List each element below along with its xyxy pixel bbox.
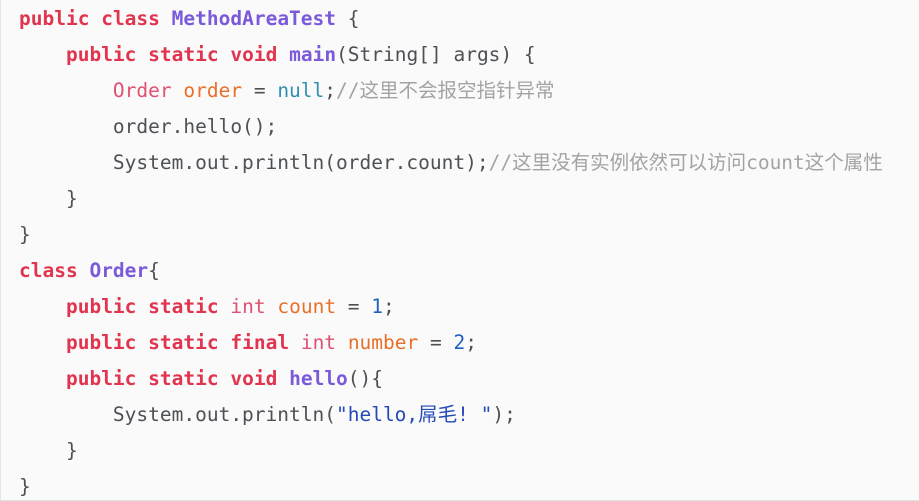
code-line: public static void main(String[] args) { xyxy=(19,37,919,73)
token-plain: { xyxy=(336,7,360,30)
code-lines-container: public class MethodAreaTest { public sta… xyxy=(19,1,919,500)
token-plain: } xyxy=(19,475,31,498)
token-plain: ; xyxy=(324,79,337,102)
token-keyword: static xyxy=(148,367,219,390)
token-declaration-name: hello xyxy=(289,367,348,390)
token-variable: order xyxy=(183,79,243,102)
token-null-literal: null xyxy=(277,79,325,102)
token-comment: //这里没有实例依然可以访问count这个属性 xyxy=(488,151,883,174)
token-variable: count xyxy=(277,295,337,318)
token-declaration-name: Order xyxy=(89,259,149,282)
token-plain: = xyxy=(336,295,372,318)
token-type: int xyxy=(230,295,266,318)
token-number-literal: 1 xyxy=(371,295,384,318)
code-block[interactable]: public class MethodAreaTest { public sta… xyxy=(0,0,919,501)
token-comment: //这里不会报空指针异常 xyxy=(336,79,555,102)
token-keyword: static xyxy=(148,43,219,66)
code-line: } xyxy=(19,217,919,253)
token-plain: (){ xyxy=(347,367,384,390)
token-plain: System.out.println(order.count); xyxy=(112,151,489,174)
token-plain: ; xyxy=(383,295,395,318)
token-keyword: static xyxy=(148,295,219,318)
token-keyword: static xyxy=(148,331,219,354)
token-keyword: class xyxy=(19,259,78,282)
code-line: public static int count = 1; xyxy=(19,289,919,325)
token-declaration-name: MethodAreaTest xyxy=(171,7,337,30)
code-line: } xyxy=(19,433,919,469)
token-plain: } xyxy=(65,439,78,462)
token-declaration-name: main xyxy=(289,43,337,66)
token-plain: } xyxy=(19,223,31,246)
token-plain: ); xyxy=(492,403,516,426)
code-line: public class MethodAreaTest { xyxy=(19,1,919,37)
code-line: order.hello(); xyxy=(19,109,919,145)
token-keyword: public xyxy=(65,331,137,354)
token-plain: order.hello(); xyxy=(112,115,278,138)
token-keyword: public xyxy=(65,367,137,390)
token-keyword: void xyxy=(230,43,278,66)
code-line: public static final int number = 2; xyxy=(19,325,919,361)
token-keyword: void xyxy=(230,367,278,390)
token-plain: = xyxy=(418,331,454,354)
token-plain: System.out.println( xyxy=(112,403,336,426)
code-line: } xyxy=(19,181,919,217)
code-line: Order order = null;//这里不会报空指针异常 xyxy=(19,73,919,109)
token-keyword: public xyxy=(19,7,90,30)
token-keyword: public xyxy=(65,43,137,66)
code-line: System.out.println(order.count);//这里没有实例… xyxy=(19,145,919,181)
token-plain: } xyxy=(65,187,78,210)
token-plain: ; xyxy=(465,331,477,354)
token-string-literal: "hello,屌毛! " xyxy=(335,403,493,426)
code-line: public static void hello(){ xyxy=(19,361,919,397)
token-keyword: public xyxy=(65,295,137,318)
token-variable: number xyxy=(347,331,419,354)
token-type: Order xyxy=(112,79,172,102)
token-plain: = xyxy=(242,79,278,102)
code-line: class Order{ xyxy=(19,253,919,289)
token-keyword: class xyxy=(101,7,160,30)
token-keyword: final xyxy=(230,331,290,354)
token-type: int xyxy=(300,331,337,354)
token-plain: { xyxy=(148,259,160,282)
token-number-literal: 2 xyxy=(453,331,466,354)
code-line: } xyxy=(19,469,919,500)
code-line: System.out.println("hello,屌毛! "); xyxy=(19,397,919,433)
token-plain: (String[] args) { xyxy=(336,43,536,66)
